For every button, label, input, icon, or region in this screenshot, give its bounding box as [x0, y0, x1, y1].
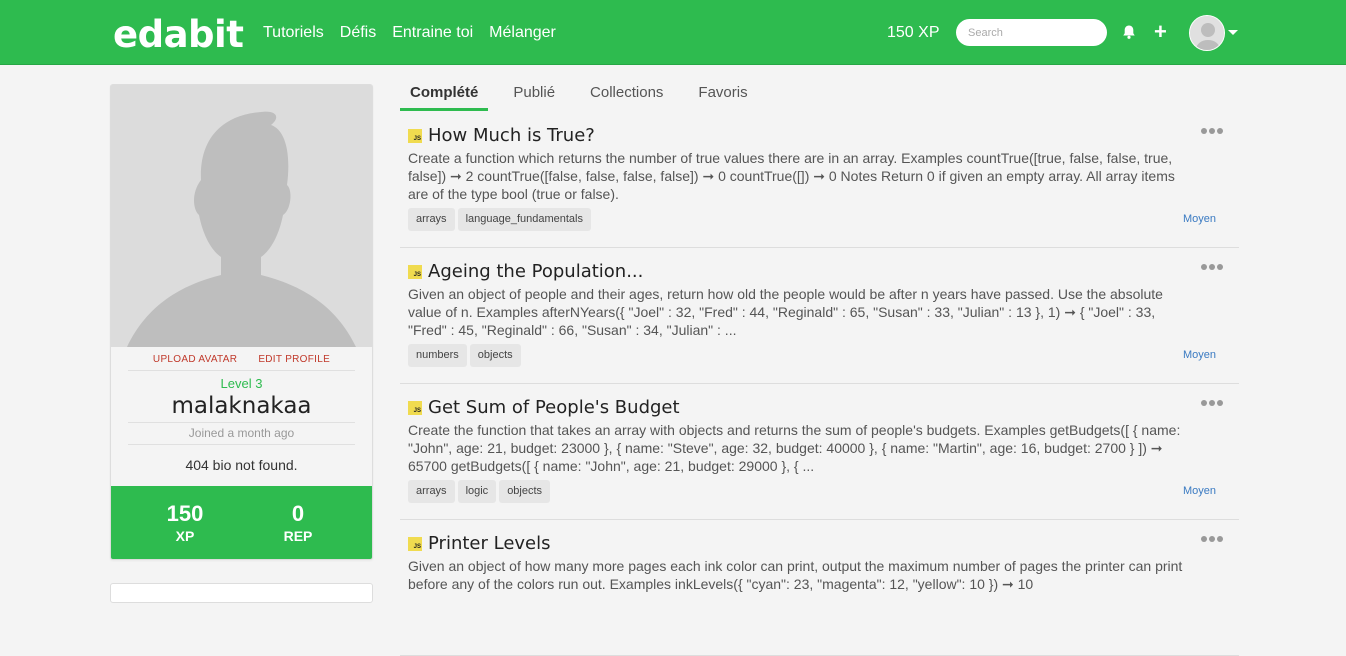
tab-favoris[interactable]: Favoris [688, 82, 757, 111]
challenge-item[interactable]: JS How Much is True? Create a function w… [400, 112, 1239, 248]
challenge-title-text[interactable]: How Much is True? [428, 125, 595, 146]
challenge-description: Given an object of people and their ages… [408, 286, 1163, 338]
javascript-icon: JS [408, 128, 422, 143]
nav-melanger[interactable]: Mélanger [489, 24, 556, 42]
xp-label: XP [175, 528, 195, 544]
xp-stat: 150 XP [135, 501, 235, 545]
joined-date: Joined a month ago [188, 426, 295, 440]
avatar[interactable] [1189, 15, 1225, 51]
challenge-item[interactable]: JS Get Sum of People's Budget Create the… [400, 384, 1239, 520]
rep-value: 0 [291, 501, 305, 526]
challenge-description: Create the function that takes an array … [408, 422, 1181, 474]
profile-tabs: Complété Publié Collections Favoris [400, 82, 773, 111]
top-navbar: edabit Tutoriels Défis Entraine toi Méla… [0, 0, 1346, 65]
divider [128, 444, 355, 445]
challenge-list: JS How Much is True? Create a function w… [400, 112, 1239, 656]
divider [128, 370, 355, 371]
challenge-title-text[interactable]: Get Sum of People's Budget [428, 397, 680, 418]
tag[interactable]: numbers [408, 344, 467, 367]
tag-list: arrays logic objects [408, 480, 553, 503]
javascript-icon: JS [408, 400, 422, 415]
nav-defis[interactable]: Défis [340, 24, 376, 42]
edit-profile-link[interactable]: EDIT PROFILE [258, 354, 330, 365]
challenge-title[interactable]: JS How Much is True? [408, 125, 595, 146]
profile-links: UPLOAD AVATAR EDIT PROFILE [111, 354, 372, 365]
challenge-title[interactable]: JS Printer Levels [408, 533, 551, 554]
nav-entraine-toi[interactable]: Entraine toi [392, 24, 473, 42]
profile-card: UPLOAD AVATAR EDIT PROFILE Level 3 malak… [110, 84, 373, 560]
tab-publie[interactable]: Publié [503, 82, 565, 111]
bell-icon[interactable] [1121, 24, 1137, 40]
nav-tutoriels[interactable]: Tutoriels [263, 24, 324, 42]
rep-label: REP [283, 528, 313, 544]
divider [128, 422, 355, 423]
javascript-icon: JS [408, 264, 422, 279]
difficulty-label: Moyen [1183, 485, 1217, 497]
plus-icon[interactable]: + [1154, 21, 1167, 43]
more-options-icon[interactable] [1201, 536, 1223, 542]
more-options-icon[interactable] [1201, 264, 1223, 270]
challenge-title[interactable]: JS Get Sum of People's Budget [408, 397, 680, 418]
level-label: Level 3 [220, 376, 263, 391]
search-input[interactable] [956, 19, 1107, 46]
tab-collections[interactable]: Collections [580, 82, 673, 111]
profile-photo [111, 85, 372, 347]
secondary-card [110, 583, 373, 603]
tag[interactable]: language_fundamentals [457, 208, 591, 231]
tag[interactable]: logic [457, 480, 497, 503]
challenge-title-text[interactable]: Printer Levels [428, 533, 551, 554]
tag[interactable]: arrays [408, 208, 455, 231]
bio-text: 404 bio not found. [185, 457, 298, 473]
tag[interactable]: objects [499, 480, 551, 503]
more-options-icon[interactable] [1201, 128, 1223, 134]
challenge-title-text[interactable]: Ageing the Population... [428, 261, 643, 282]
javascript-icon: JS [408, 536, 422, 551]
difficulty-label: Moyen [1183, 213, 1217, 225]
tag[interactable]: objects [469, 344, 521, 367]
more-options-icon[interactable] [1201, 400, 1223, 406]
tag-list: arrays language_fundamentals [408, 208, 594, 231]
tag-list: numbers objects [408, 344, 524, 367]
rep-stat: 0 REP [248, 501, 348, 545]
stats-bar: 150 XP 0 REP [111, 486, 372, 559]
main-nav: Tutoriels Défis Entraine toi Mélanger [263, 24, 572, 42]
challenge-item[interactable]: JS Printer Levels Given an object of how… [400, 520, 1239, 656]
challenge-title[interactable]: JS Ageing the Population... [408, 261, 643, 282]
tab-complete[interactable]: Complété [400, 82, 489, 111]
xp-value: 150 [166, 501, 204, 526]
logo[interactable]: edabit [113, 13, 244, 56]
challenge-description: Create a function which returns the numb… [408, 150, 1175, 202]
caret-down-icon[interactable] [1228, 30, 1238, 35]
tag[interactable]: arrays [408, 480, 455, 503]
xp-counter[interactable]: 150 XP [887, 24, 939, 42]
challenge-item[interactable]: JS Ageing the Population... Given an obj… [400, 248, 1239, 384]
username: malaknakaa [171, 393, 312, 419]
difficulty-label: Moyen [1183, 349, 1217, 361]
upload-avatar-link[interactable]: UPLOAD AVATAR [153, 354, 237, 365]
